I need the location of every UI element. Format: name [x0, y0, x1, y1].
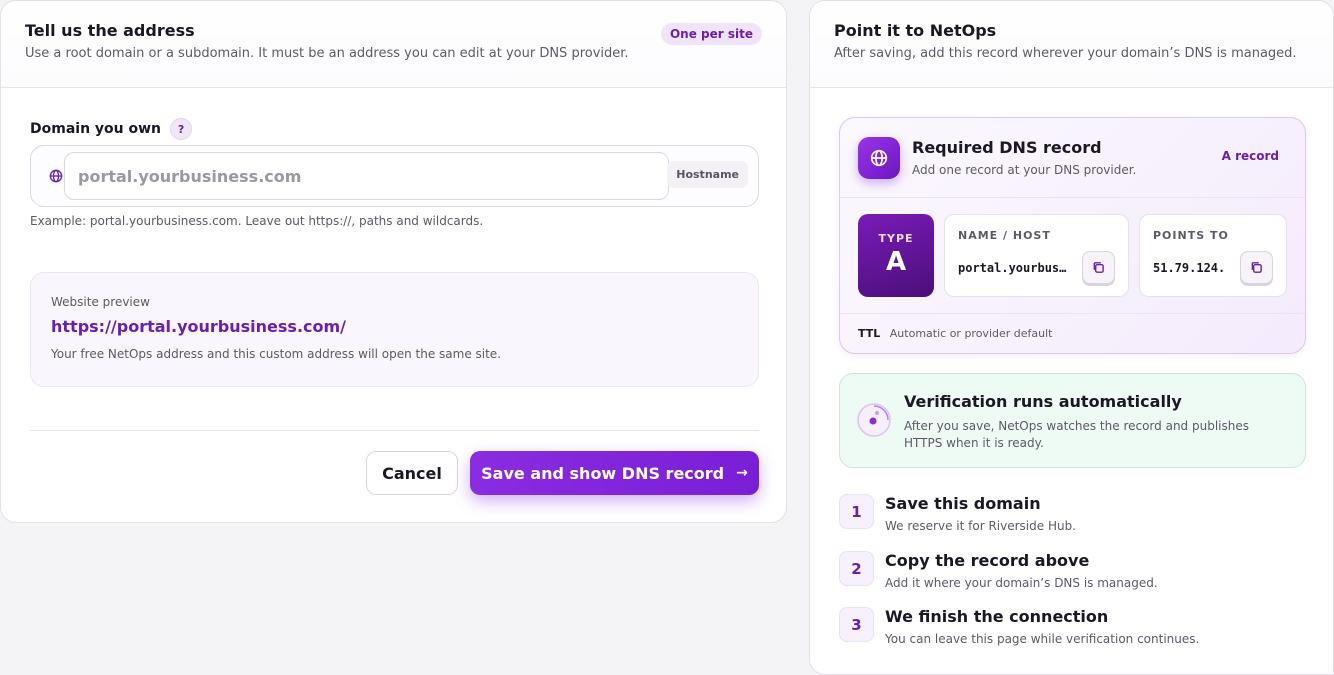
website-preview-note: Your free NetOps address and this custom… [51, 347, 502, 361]
verification-notice: Verification runs automatically After yo… [839, 373, 1306, 468]
form-divider [30, 430, 759, 431]
step-description: We reserve it for Riverside Hub. [885, 519, 1076, 533]
record-type-box: TYPE A [858, 214, 934, 297]
help-icon[interactable]: ? [170, 118, 193, 140]
step-title: Save this domain [885, 494, 1041, 513]
step-title: We finish the connection [885, 607, 1109, 626]
dns-instructions-card: Point it to NetOps After saving, add thi… [809, 0, 1334, 675]
website-preview-label: Website preview [51, 295, 150, 309]
domain-input[interactable] [64, 152, 669, 200]
record-name-label: NAME / HOST [958, 229, 1051, 242]
save-and-show-dns-button[interactable]: Save and show DNS record → [470, 451, 759, 495]
dns-record-subtitle: Add one record at your DNS provider. [912, 163, 1137, 177]
ttl-row: TTL Automatic or provider default [840, 313, 1305, 353]
record-name-value: portal.yourbusiness.com [958, 261, 1070, 275]
save-button-label: Save and show DNS record [481, 463, 725, 483]
step-copy-record: 2 Copy the record above Add it where you… [839, 551, 1306, 591]
one-per-site-badge: One per site [660, 23, 762, 45]
step-title: Copy the record above [885, 551, 1090, 570]
record-type-value: A [885, 247, 907, 277]
dns-instructions-title: Point it to NetOps [834, 21, 997, 40]
verification-text: After you save, NetOps watches the recor… [904, 419, 1249, 450]
dns-instructions-subtitle: After saving, add this record wherever y… [834, 46, 1297, 61]
required-dns-record: Required DNS record Add one record at yo… [839, 117, 1306, 354]
record-points-to-value: 51.79.124. [1153, 261, 1226, 275]
domain-form-subtitle: Use a root domain or a subdomain. It mus… [25, 46, 629, 61]
step-finish-connection: 3 We finish the connection You can leave… [839, 607, 1306, 647]
hostname-suffix: Hostname [667, 161, 748, 188]
step-description: Add it where your domain’s DNS is manage… [885, 576, 1158, 590]
step-number: 2 [839, 551, 874, 586]
globe-icon [870, 149, 888, 167]
step-description: You can leave this page while verificati… [885, 632, 1200, 646]
record-points-to-box: POINTS TO 51.79.124. [1139, 214, 1287, 297]
cancel-button[interactable]: Cancel [366, 451, 458, 495]
dns-instructions-header: Point it to NetOps After saving, add thi… [810, 1, 1333, 88]
domain-input-group: Hostname [30, 145, 759, 207]
step-save-domain: 1 Save this domain We reserve it for Riv… [839, 494, 1306, 534]
domain-hint: Example: portal.yourbusiness.com. Leave … [30, 214, 484, 228]
copy-name-button[interactable] [1082, 251, 1115, 284]
website-preview-url: https://portal.yourbusiness.com/ [51, 317, 347, 336]
dns-record-header: Required DNS record Add one record at yo… [840, 118, 1305, 198]
website-preview: Website preview https://portal.yourbusin… [30, 272, 759, 387]
copy-points-to-button[interactable] [1240, 251, 1273, 284]
step-number: 3 [839, 607, 874, 642]
record-type-label: TYPE [878, 232, 914, 245]
arrow-right-icon: → [736, 465, 748, 481]
copy-icon [1093, 262, 1104, 273]
domain-form-card: Tell us the address Use a root domain or… [0, 0, 787, 523]
spinner-icon [857, 403, 891, 437]
dns-record-title: Required DNS record [912, 138, 1102, 157]
step-number: 1 [839, 494, 874, 529]
verification-title: Verification runs automatically [904, 392, 1182, 411]
domain-field-label-text: Domain you own [30, 121, 162, 137]
ttl-label: TTL [858, 327, 881, 340]
domain-form-title: Tell us the address [25, 21, 195, 40]
globe-icon [49, 169, 63, 183]
ttl-value: Automatic or provider default [889, 327, 1053, 340]
record-name-box: NAME / HOST portal.yourbusiness.com [944, 214, 1129, 297]
copy-icon [1251, 262, 1262, 273]
dns-globe-icon-tile [858, 137, 900, 179]
domain-field-label: Domain you own ? [30, 118, 193, 140]
domain-form-header: Tell us the address Use a root domain or… [1, 1, 786, 88]
record-points-to-label: POINTS TO [1153, 229, 1229, 242]
record-type-tag: A record [1221, 149, 1279, 163]
